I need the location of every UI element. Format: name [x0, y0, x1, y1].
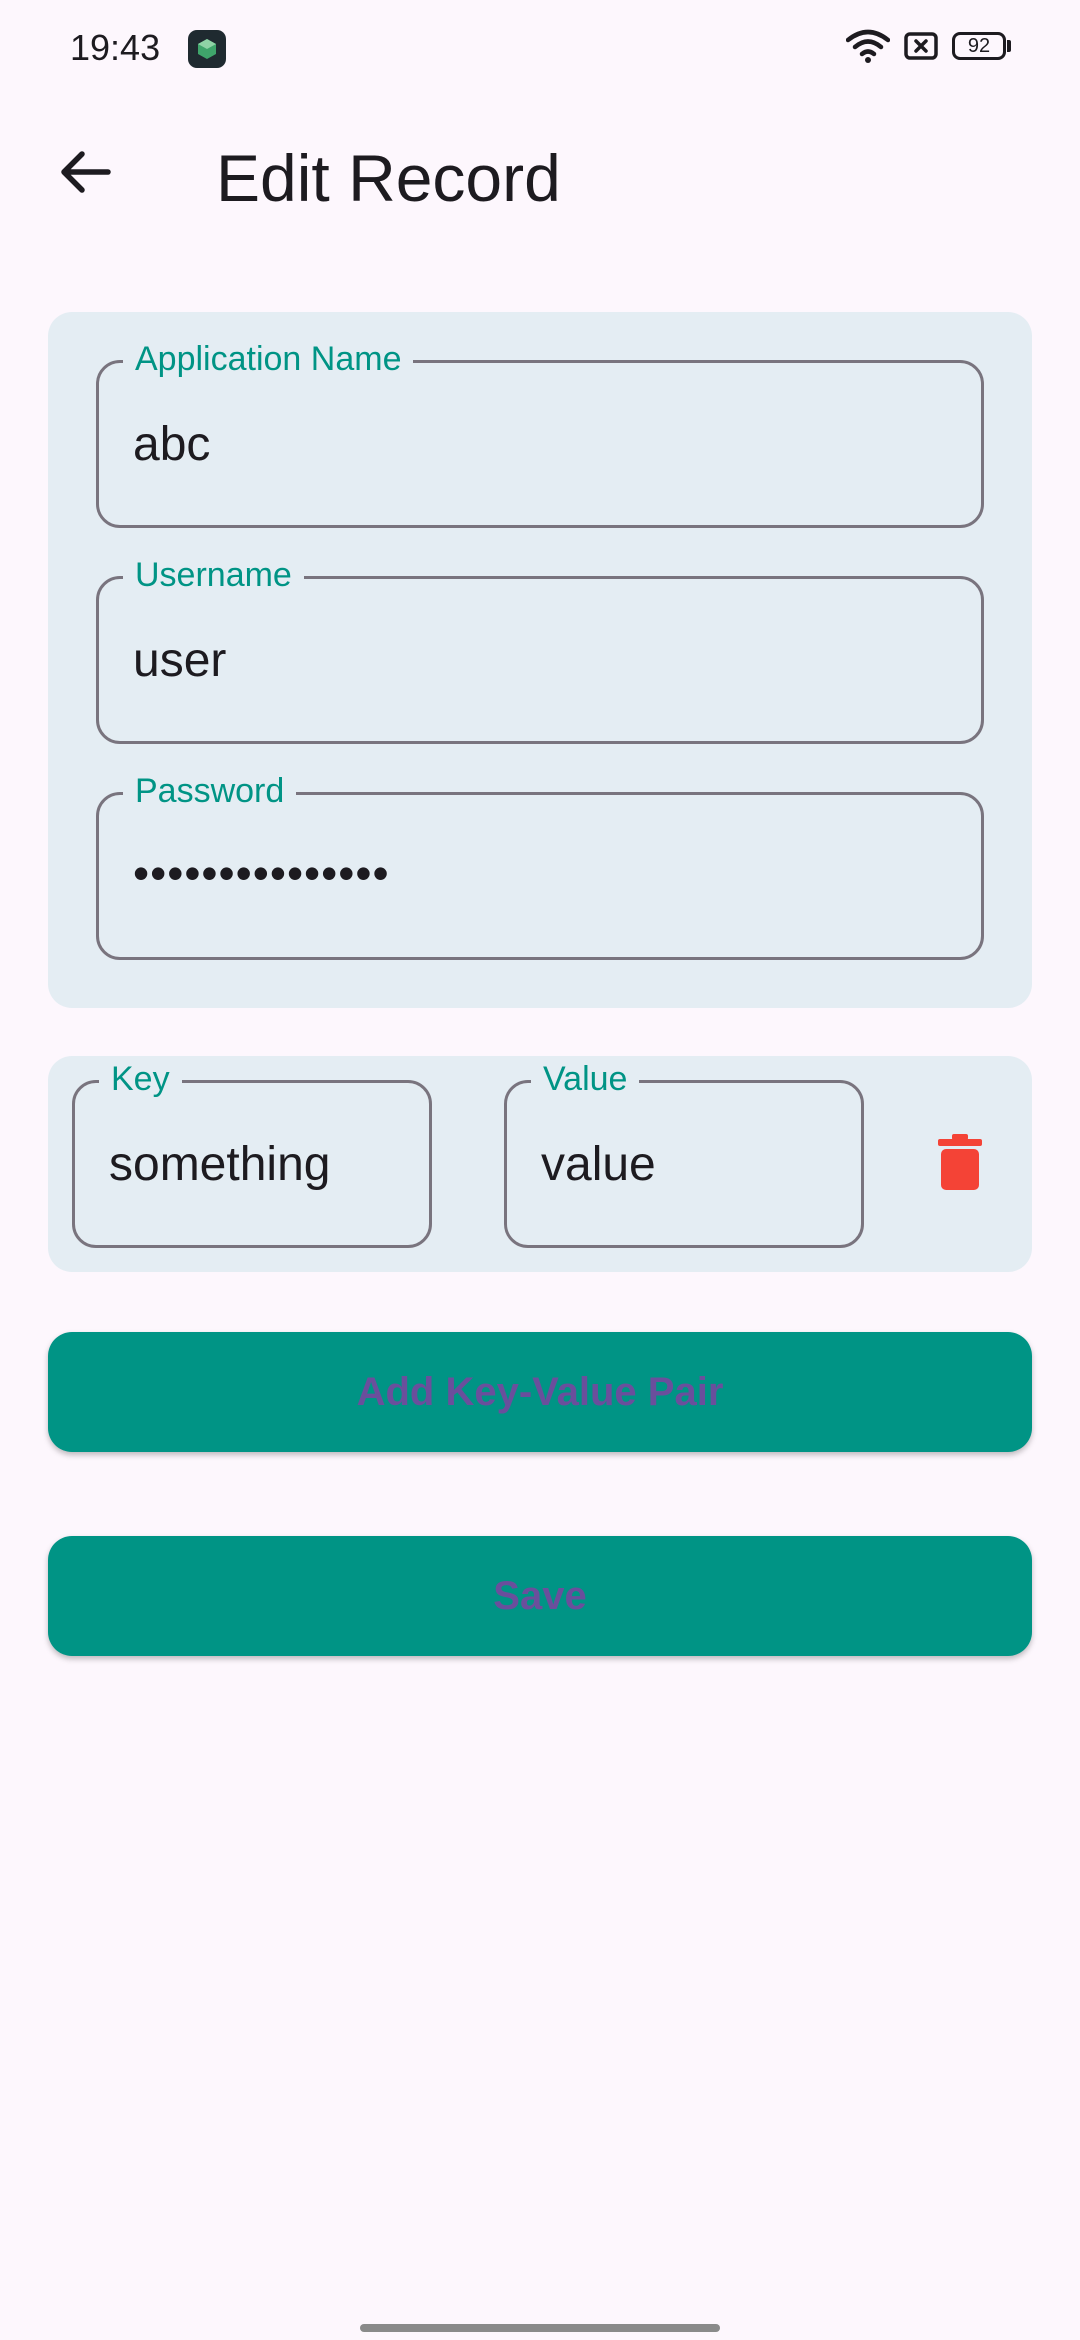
home-indicator[interactable] — [360, 2324, 720, 2332]
arrow-left-icon — [56, 148, 112, 201]
back-button[interactable] — [42, 132, 126, 216]
wifi-icon — [845, 28, 891, 69]
no-sim-icon — [904, 32, 938, 65]
add-key-value-pair-button[interactable]: Add Key-Value Pair — [48, 1332, 1032, 1452]
trash-icon — [938, 1133, 982, 1195]
value-text[interactable]: value — [541, 1083, 656, 1245]
key-value-text[interactable]: something — [109, 1083, 330, 1245]
delete-pair-button[interactable] — [918, 1122, 1002, 1206]
key-field[interactable]: Key something — [72, 1059, 432, 1248]
save-button[interactable]: Save — [48, 1536, 1032, 1656]
app-notification-icon — [188, 30, 226, 68]
key-value-card: Key something Value value — [48, 1056, 1032, 1272]
status-time: 19:43 — [70, 27, 161, 68]
username-value[interactable]: user — [133, 579, 226, 741]
status-bar: 19:43 92 — [0, 0, 1080, 96]
value-field[interactable]: Value value — [504, 1059, 864, 1248]
battery-tip — [1007, 40, 1011, 52]
password-value[interactable]: ••••••••••••••• — [133, 795, 390, 957]
application-name-field[interactable]: Application Name abc — [96, 339, 984, 528]
username-field[interactable]: Username user — [96, 555, 984, 744]
page-title: Edit Record — [216, 141, 561, 215]
password-field[interactable]: Password ••••••••••••••• — [96, 771, 984, 960]
record-card: Application Name abc Username user Passw… — [48, 312, 1032, 1008]
battery-icon: 92 — [952, 32, 1006, 60]
application-name-value[interactable]: abc — [133, 363, 210, 525]
